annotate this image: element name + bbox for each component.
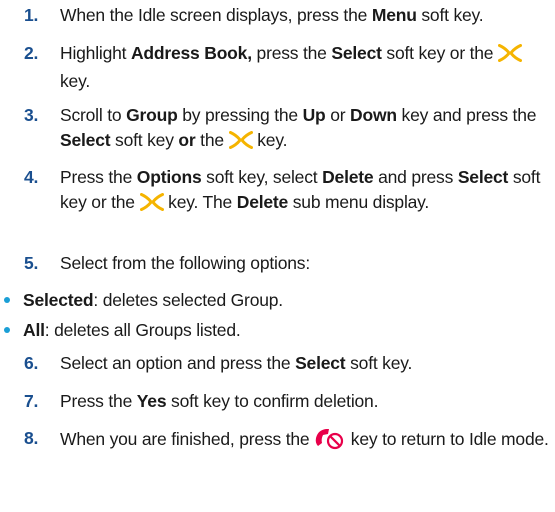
step-text: When the Idle screen displays, press the… [60, 5, 484, 25]
step-number: 8. [24, 428, 39, 448]
step-text: Select from the following options: [60, 253, 311, 273]
step-4: 4. Press the Options soft key, select De… [24, 165, 549, 217]
step-number: 3. [24, 105, 39, 125]
step-number: 1. [24, 5, 39, 25]
step-text: Press the Yes soft key to confirm deleti… [60, 391, 379, 411]
nav-key-icon [498, 44, 523, 69]
bullet-dot [4, 297, 10, 303]
end-call-key-icon [314, 426, 346, 457]
step-2: 2. Highlight Address Book, press the Sel… [24, 41, 549, 93]
step-text: Press the Options soft key, select Delet… [60, 165, 549, 217]
step-6: 6. Select an option and press the Select… [24, 351, 549, 376]
step-number: 5. [24, 253, 39, 273]
step-text: Highlight Address Book, press the Select… [60, 41, 549, 93]
step-text: Scroll to Group by pressing the Up or Do… [60, 103, 549, 155]
step-3: 3. Scroll to Group by pressing the Up or… [24, 103, 549, 155]
step-number: 4. [24, 167, 39, 187]
option-item-all: All: deletes all Groups listed. [4, 318, 549, 343]
step-number: 6. [24, 353, 39, 373]
step-8: 8. When you are finished, press the key … [24, 426, 549, 457]
bullet-dot [4, 327, 10, 333]
option-text: All: deletes all Groups listed. [23, 320, 241, 340]
nav-key-icon [139, 192, 164, 218]
step-text: When you are finished, press the key to … [60, 426, 549, 457]
nav-key-icon [228, 130, 253, 156]
option-text: Selected: deletes selected Group. [23, 290, 283, 310]
step-text: Select an option and press the Select so… [60, 353, 413, 373]
step-number: 2. [24, 43, 39, 63]
step-5: 5. Select from the following options: [24, 251, 549, 276]
instruction-list: 1. When the Idle screen displays, press … [0, 0, 555, 512]
step-number: 7. [24, 391, 39, 411]
step-1: 1. When the Idle screen displays, press … [24, 3, 549, 28]
option-item-selected: Selected: deletes selected Group. [4, 288, 549, 313]
step-7: 7. Press the Yes soft key to confirm del… [24, 389, 549, 414]
